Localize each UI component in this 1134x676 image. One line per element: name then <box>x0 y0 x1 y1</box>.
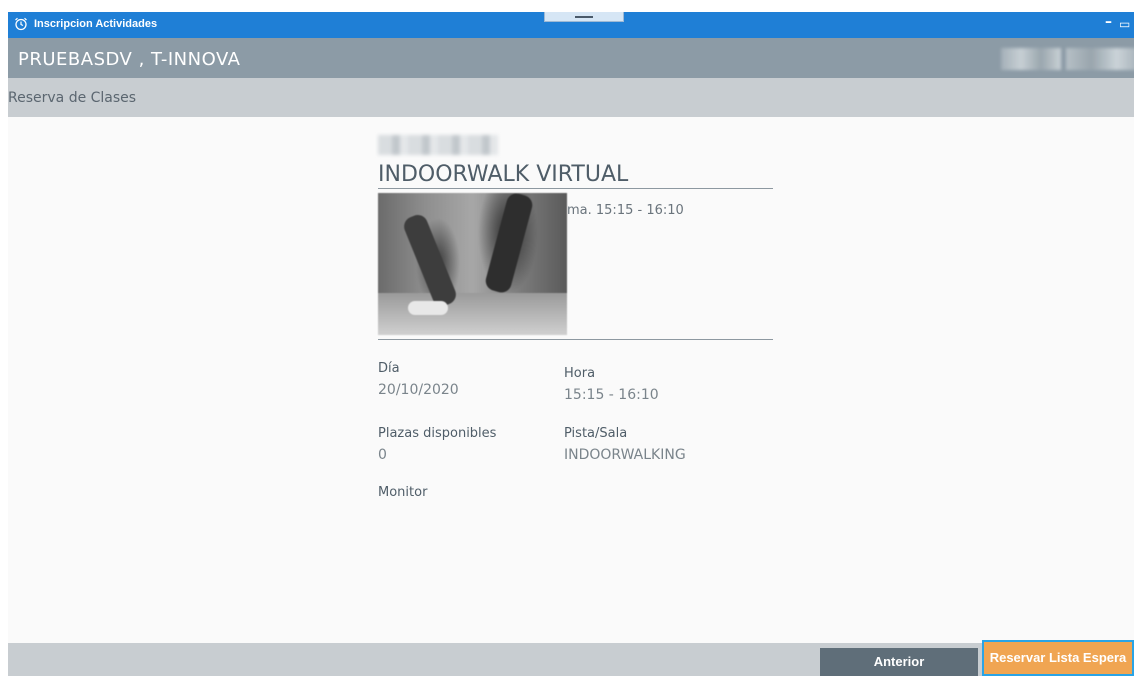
room-label: Pista/Sala <box>564 426 628 441</box>
activity-photo <box>378 193 567 335</box>
user-name: PRUEBASDV , T-INNOVA <box>18 49 241 70</box>
alarm-clock-icon <box>15 17 27 31</box>
reserve-waitlist-button[interactable]: Reservar Lista Espera <box>982 640 1134 676</box>
divider <box>378 188 773 189</box>
photo-floor <box>378 293 567 335</box>
minimize-icon[interactable]: – <box>1105 14 1112 30</box>
previous-button[interactable]: Anterior <box>820 648 978 676</box>
activity-title: INDOORWALK VIRTUAL <box>378 162 629 187</box>
room-value: INDOORWALKING <box>564 447 686 463</box>
redacted-club-name <box>378 135 498 155</box>
photo-figure <box>408 301 448 315</box>
day-label: Día <box>378 361 400 376</box>
page-title: Reserva de Clases <box>8 90 137 106</box>
redacted-area <box>1066 48 1134 70</box>
photo-figure <box>483 193 535 295</box>
day-value: 20/10/2020 <box>378 382 459 398</box>
activity-schedule: ma. 15:15 - 16:10 <box>567 203 684 218</box>
time-label: Hora <box>564 366 596 381</box>
divider <box>378 339 773 340</box>
places-value: 0 <box>378 447 387 463</box>
window-drag-handle[interactable] <box>544 12 624 22</box>
restore-icon[interactable]: ▭ <box>1119 17 1130 31</box>
places-label: Plazas disponibles <box>378 426 497 441</box>
redacted-area <box>1001 48 1061 70</box>
time-value: 15:15 - 16:10 <box>564 387 659 403</box>
window-title: Inscripcion Actividades <box>34 18 158 30</box>
section-header: Reserva de Clases <box>8 78 1134 117</box>
user-header: PRUEBASDV , T-INNOVA <box>8 38 1134 78</box>
monitor-label: Monitor <box>378 485 428 500</box>
window-titlebar: Inscripcion Actividades – ▭ ✕ <box>8 12 1134 38</box>
